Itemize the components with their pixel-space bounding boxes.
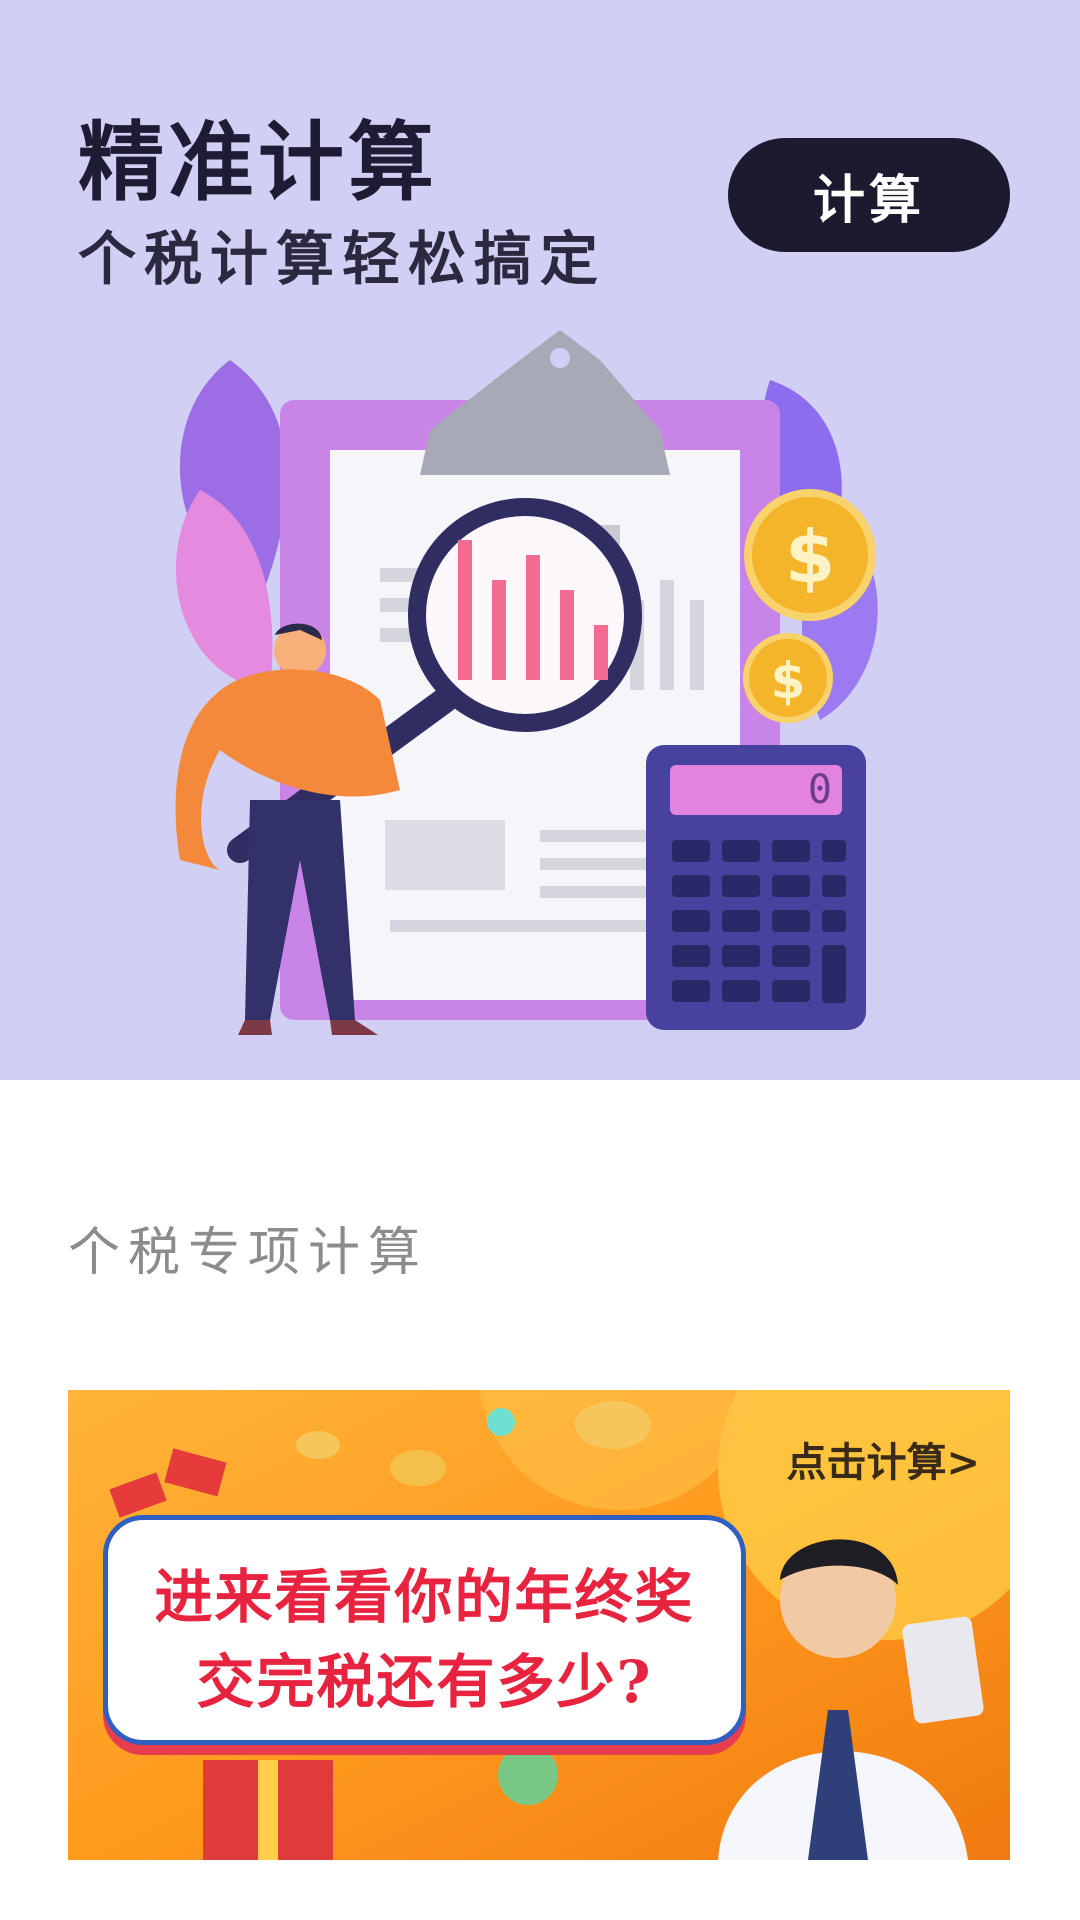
- banner-headline-line2: 交完税还有多少?: [196, 1648, 653, 1716]
- section-title: 个税专项计算: [68, 1223, 429, 1283]
- svg-text:$: $: [771, 652, 806, 710]
- hero-section: 精准计算 个税计算轻松搞定 计算 $ $ 0: [0, 0, 1080, 1080]
- calculate-button[interactable]: 计算: [728, 138, 1010, 252]
- calculator-display: 0: [808, 767, 832, 813]
- calculator-in-hand: [902, 1616, 984, 1724]
- hero-subtitle: 个税计算轻松搞定: [78, 225, 607, 293]
- banner-headline-line1: 进来看看你的年终奖: [154, 1563, 695, 1631]
- svg-text:$: $: [785, 515, 835, 599]
- banner-headline-box: 进来看看你的年终奖 交完税还有多少?: [103, 1515, 746, 1745]
- hero-title: 精准计算: [78, 113, 438, 213]
- year-end-bonus-banner[interactable]: 点击计算> 进来看看你的年终奖 交完税还有多少?: [68, 1390, 1010, 1860]
- click-calculate-link[interactable]: 点击计算>: [786, 1430, 980, 1488]
- tax-calculation-illustration: $ $ 0: [175, 330, 878, 1035]
